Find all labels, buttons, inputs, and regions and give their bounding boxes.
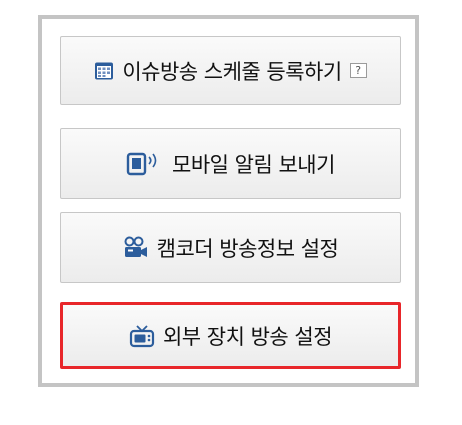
mobile-signal-icon — [126, 151, 164, 177]
camcorder-broadcast-settings-button[interactable]: 캠코더 방송정보 설정 — [60, 212, 401, 283]
external-device-broadcast-settings-label: 외부 장치 방송 설정 — [162, 324, 333, 349]
help-icon[interactable]: ? — [349, 63, 367, 78]
camcorder-icon — [123, 236, 149, 260]
broadcast-settings-panel: 이슈방송 스케줄 등록하기 ? 모바일 알림 보내기 캠코더 방송정보 설정 외… — [38, 15, 419, 387]
external-device-broadcast-settings-button[interactable]: 외부 장치 방송 설정 — [60, 302, 401, 369]
camcorder-broadcast-settings-label: 캠코더 방송정보 설정 — [156, 236, 339, 261]
tv-icon — [129, 324, 155, 348]
send-mobile-alert-button[interactable]: 모바일 알림 보내기 — [60, 128, 401, 199]
calendar-icon — [94, 61, 114, 81]
register-issue-schedule-button[interactable]: 이슈방송 스케줄 등록하기 ? — [60, 36, 401, 105]
register-issue-schedule-label: 이슈방송 스케줄 등록하기 — [122, 59, 342, 84]
send-mobile-alert-label: 모바일 알림 보내기 — [172, 152, 335, 177]
